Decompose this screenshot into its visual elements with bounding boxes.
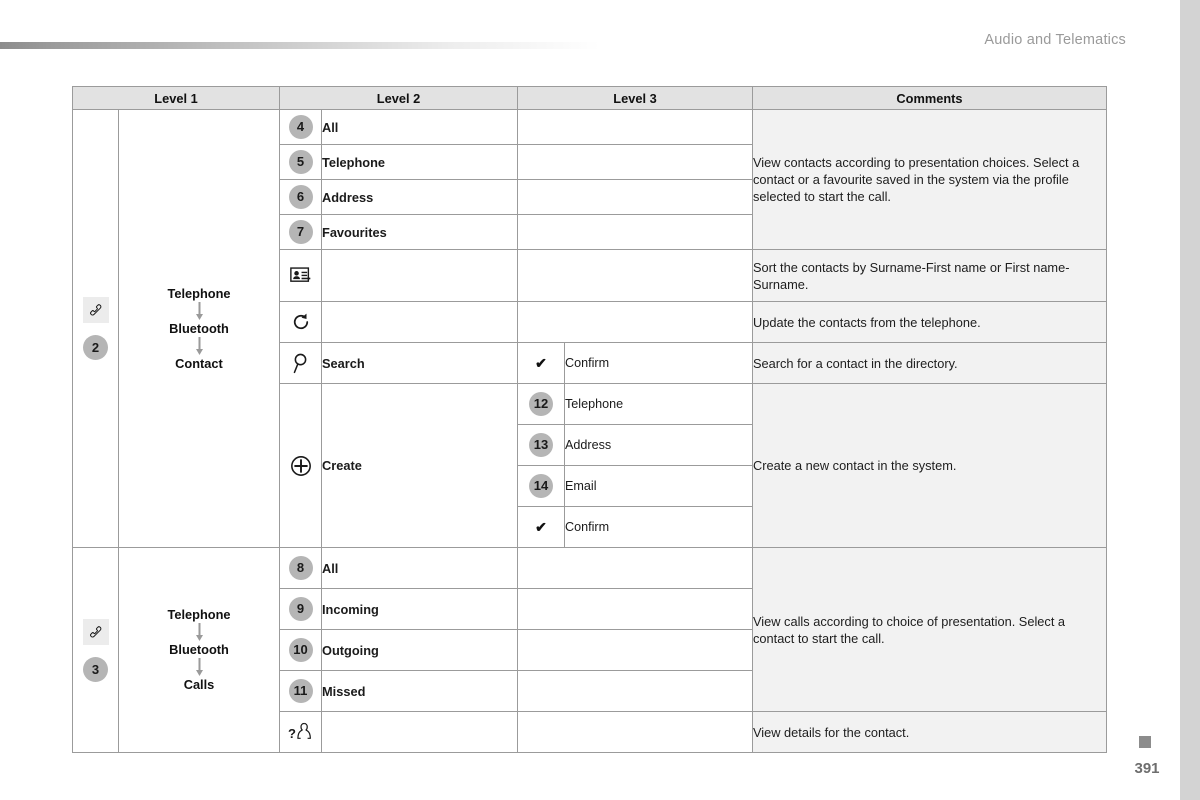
level3-empty-cell <box>517 179 753 215</box>
level2-badge-cell: 10 <box>279 629 322 671</box>
refresh-circular-arrow-icon[interactable] <box>279 301 322 343</box>
section-identifier-cell-contact: 2 <box>72 109 119 548</box>
telephone-handset-icon <box>82 618 109 645</box>
comment-text: View contacts according to presentation … <box>752 109 1107 250</box>
level2-badge-cell: 11 <box>279 670 322 712</box>
level2-badge-cell: 4 <box>279 109 322 145</box>
menu-item-telephone[interactable]: Telephone <box>564 383 753 425</box>
level3-badge-cell: 14 <box>517 465 565 507</box>
level3-badge-cell: 12 <box>517 383 565 425</box>
menu-structure-table: Level 1 Level 2 Level 3 Comments 2 Telep… <box>72 86 1107 753</box>
nav-step-label: Calls <box>183 677 215 692</box>
level2-badge-cell: 7 <box>279 214 322 250</box>
menu-number-badge: 5 <box>288 150 313 174</box>
menu-number-badge: 10 <box>288 638 313 662</box>
level3-badge-cell: 13 <box>517 424 565 466</box>
contact-card-sort-icon[interactable] <box>279 249 322 302</box>
menu-number-badge: 12 <box>529 392 553 416</box>
nav-step-label: Telephone <box>167 285 231 301</box>
table-row: 3 Telephone Bluetooth Calls 8 All View c… <box>72 547 1107 753</box>
header-gradient-rule <box>0 42 600 49</box>
menu-item-address[interactable]: Address <box>321 179 518 215</box>
level2-empty-cell <box>321 711 518 753</box>
checkmark-icon: ✔ <box>517 506 565 548</box>
table-header-row: Level 1 Level 2 Level 3 Comments <box>72 86 1107 110</box>
level2-empty-cell <box>321 249 518 302</box>
person-question-details-icon[interactable]: ? <box>279 711 322 753</box>
level3-empty-cell <box>517 629 753 671</box>
level2-badge-cell: 6 <box>279 179 322 215</box>
page-number: 391 <box>1134 760 1160 777</box>
comment-text: Sort the contacts by Surname-First name … <box>752 249 1107 302</box>
arrow-down-icon <box>195 658 203 676</box>
comment-text: Update the contacts from the telephone. <box>752 301 1107 343</box>
menu-item-create[interactable]: Create <box>321 383 518 548</box>
level2-badge-cell: 9 <box>279 588 322 630</box>
menu-number-badge: 14 <box>529 474 553 498</box>
column-header-level3: Level 3 <box>517 86 753 110</box>
arrow-down-icon <box>195 623 203 641</box>
menu-number-badge: 7 <box>288 220 313 244</box>
level1-nav-path-contact: Telephone Bluetooth Contact <box>118 109 280 548</box>
square-marker-icon <box>1139 736 1151 748</box>
section-title: Audio and Telematics <box>984 32 1126 48</box>
checkmark-icon: ✔ <box>517 342 565 384</box>
level2-badge-cell: 8 <box>279 547 322 589</box>
section-identifier-cell-calls: 3 <box>72 547 119 753</box>
menu-item-all[interactable]: All <box>321 547 518 589</box>
menu-number-badge: 11 <box>288 679 313 703</box>
menu-item-all[interactable]: All <box>321 109 518 145</box>
nav-step-label: Bluetooth <box>169 320 229 336</box>
level2-empty-cell <box>321 301 518 343</box>
menu-item-confirm[interactable]: Confirm <box>564 506 753 548</box>
menu-item-incoming[interactable]: Incoming <box>321 588 518 630</box>
comment-text: Search for a contact in the directory. <box>752 342 1107 384</box>
nav-step-label: Telephone <box>167 607 231 622</box>
level3-empty-cell <box>517 588 753 630</box>
section-number-badge: 2 <box>83 335 108 360</box>
table-row: 2 Telephone Bluetooth Contact 4 All View… <box>72 109 1107 548</box>
level3-empty-cell <box>517 547 753 589</box>
plus-circle-create-icon[interactable] <box>279 383 322 548</box>
menu-number-badge: 8 <box>288 556 313 580</box>
level3-empty-cell <box>517 144 753 180</box>
menu-item-favourites[interactable]: Favourites <box>321 214 518 250</box>
comment-text: Create a new contact in the system. <box>752 383 1107 548</box>
telephone-handset-icon <box>82 297 109 323</box>
comment-text: View details for the contact. <box>752 711 1107 753</box>
column-header-comments: Comments <box>752 86 1107 110</box>
arrow-down-icon <box>195 336 203 355</box>
menu-number-badge: 6 <box>288 185 313 209</box>
document-page: Audio and Telematics Level 1 Level 2 Lev… <box>0 0 1200 800</box>
level2-badge-cell: 5 <box>279 144 322 180</box>
menu-structure-table-wrapper: Level 1 Level 2 Level 3 Comments 2 Telep… <box>72 86 1107 753</box>
level3-empty-cell <box>517 109 753 145</box>
comment-text: View calls according to choice of presen… <box>752 547 1107 712</box>
level3-empty-cell <box>517 214 753 250</box>
level3-empty-cell <box>517 301 753 343</box>
menu-item-outgoing[interactable]: Outgoing <box>321 629 518 671</box>
section-number-badge: 3 <box>83 656 108 682</box>
column-header-level2: Level 2 <box>279 86 518 110</box>
magnifier-search-icon[interactable] <box>279 342 322 384</box>
nav-step-label: Bluetooth <box>169 642 229 657</box>
arrow-down-icon <box>195 301 203 320</box>
menu-item-confirm[interactable]: Confirm <box>564 342 753 384</box>
menu-item-address[interactable]: Address <box>564 424 753 466</box>
level3-empty-cell <box>517 249 753 302</box>
level3-empty-cell <box>517 670 753 712</box>
level1-nav-path-calls: Telephone Bluetooth Calls <box>118 547 280 753</box>
menu-item-telephone[interactable]: Telephone <box>321 144 518 180</box>
menu-item-search[interactable]: Search <box>321 342 518 384</box>
menu-number-badge: 9 <box>288 597 313 621</box>
menu-number-badge: 13 <box>529 433 553 457</box>
nav-step-label: Contact <box>175 355 223 371</box>
menu-item-missed[interactable]: Missed <box>321 670 518 712</box>
menu-number-badge: 4 <box>288 115 313 139</box>
menu-item-email[interactable]: Email <box>564 465 753 507</box>
level3-empty-cell <box>517 711 753 753</box>
column-header-level1: Level 1 <box>72 86 280 110</box>
page-edge-strip <box>1180 0 1200 800</box>
svg-text:?: ? <box>288 726 296 741</box>
